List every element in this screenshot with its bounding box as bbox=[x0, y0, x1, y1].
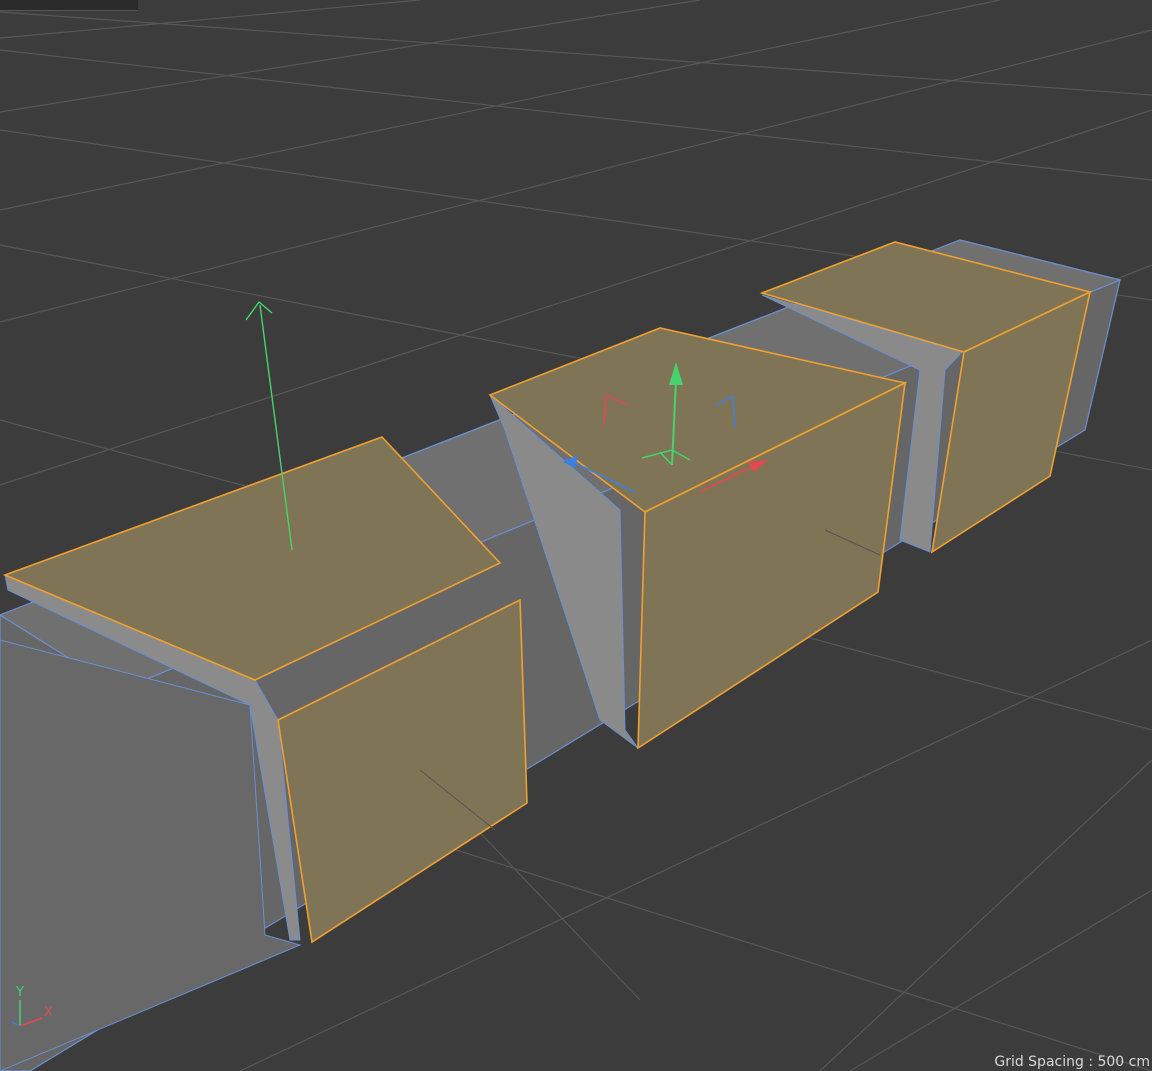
axis-y-label: Y bbox=[16, 985, 24, 1000]
top-tab[interactable] bbox=[0, 0, 138, 11]
axis-x-label: X bbox=[44, 1005, 53, 1020]
viewport-scene[interactable] bbox=[0, 0, 1152, 1071]
grid-spacing-label: Grid Spacing : 500 cm bbox=[994, 1054, 1150, 1070]
world-axis-icon: Y X bbox=[8, 984, 64, 1032]
mesh-block-left[interactable] bbox=[0, 436, 528, 1071]
3d-viewport[interactable]: Y X Grid Spacing : 500 cm bbox=[0, 0, 1152, 1071]
